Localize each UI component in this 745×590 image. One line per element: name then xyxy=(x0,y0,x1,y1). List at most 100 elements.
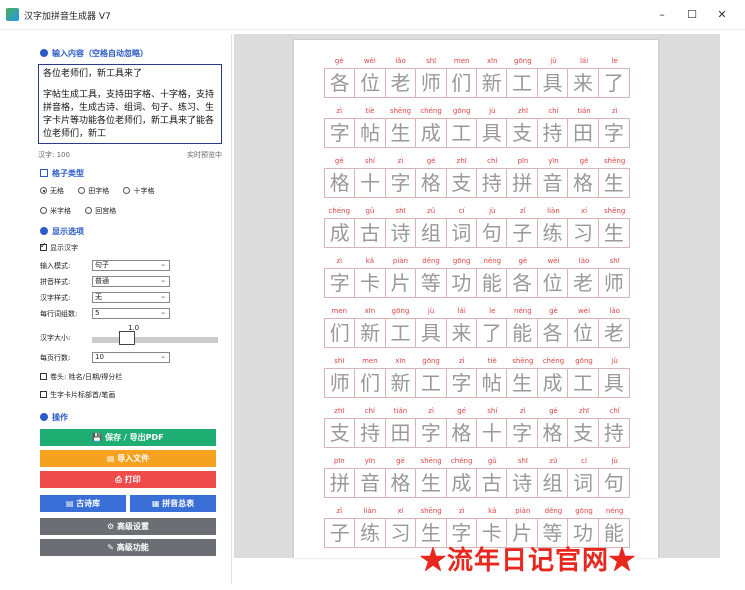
minimize-button[interactable]: – xyxy=(650,5,674,25)
chevron-down-icon: ⌄ xyxy=(160,276,166,284)
pinyin-cell: zì xyxy=(520,407,526,415)
display-section-header: 显示选项 xyxy=(40,226,84,237)
pinyin-cell: liàn xyxy=(363,507,377,515)
header-checkbox[interactable]: 卷头: 姓名/日期/得分栏 xyxy=(40,372,134,382)
character-cell: 师 xyxy=(325,369,356,397)
window-title: 汉字加拼音生成器 V7 xyxy=(24,12,111,22)
pinyin-cell: zì xyxy=(458,507,465,515)
worksheet-row: zì kǎ piàn děng gōng néng gè wèi lǎo shī 字卡片等功能各位老… xyxy=(324,254,630,298)
pinyin-cell: zì xyxy=(336,107,343,115)
character-cell: 各 xyxy=(538,319,569,347)
pinyin-cell: shī xyxy=(517,457,528,465)
character-cell: 句 xyxy=(477,219,508,247)
show-chars-checkbox[interactable]: 显示汉字 xyxy=(40,241,90,253)
character-cell: 词 xyxy=(447,219,478,247)
pinyin-cell: chí xyxy=(487,157,498,165)
character-cell: 句 xyxy=(603,471,624,495)
pinyin-cell: xí xyxy=(397,507,404,515)
pinyin-cell: shí xyxy=(487,407,498,415)
character-cell: 具 xyxy=(477,119,508,147)
worksheet-row: zì tiè shēng chéng gōng jù zhī chí tián zì 字帖生成工具支… xyxy=(324,104,630,148)
checkbox-icon xyxy=(40,391,47,398)
character-cell: 们 xyxy=(325,319,356,347)
pinyin-cell: jù xyxy=(489,107,496,115)
pinyin-cell: gè xyxy=(518,257,528,265)
pinyin-cell: men xyxy=(362,357,378,365)
character-row: 字卡片等功能各位老师 xyxy=(324,268,630,298)
radio-dot-icon xyxy=(40,207,47,214)
character-cell: 等 xyxy=(416,269,447,297)
character-cell: 工 xyxy=(447,119,478,147)
character-row: 成古诗组词句子练习生 xyxy=(324,218,630,248)
text-input[interactable]: 各位老师们，新工具来了 字帖生成工具，支持田字格、十字格，支持拼音格，生成古诗、… xyxy=(38,64,222,144)
pinyin-cell: zì xyxy=(336,257,343,265)
character-cell: 了 xyxy=(603,71,624,95)
character-cell: 工 xyxy=(507,69,538,97)
character-cell: 组 xyxy=(538,469,569,497)
advanced-settings-button[interactable]: ⚙ 高级设置 xyxy=(40,518,216,535)
character-cell: 持 xyxy=(538,119,569,147)
char-count-row: 汉字: 100 实时预览中 xyxy=(38,150,222,160)
character-cell: 来 xyxy=(447,319,478,347)
pinyin-cell: zhī xyxy=(579,407,590,415)
pinyin-style-select[interactable]: 普通 ⌄ xyxy=(92,276,170,287)
ops-section-header: 操作 xyxy=(40,412,68,423)
pinyin-cell: néng xyxy=(483,257,502,265)
pinyin-cell: gé xyxy=(396,457,405,465)
pinyin-cell: liàn xyxy=(547,207,560,215)
pinyin-cell: néng xyxy=(605,507,624,515)
pinyin-cell: děng xyxy=(422,257,440,265)
advanced-features-button[interactable]: ✎ 高级功能 xyxy=(40,539,216,556)
poems-button[interactable]: ▤ 古诗库 xyxy=(40,495,126,512)
pinyin-cell: pīn xyxy=(333,457,345,465)
words-per-row-select[interactable]: 5 ⌄ xyxy=(92,308,170,319)
pinyin-cell: le xyxy=(489,307,496,315)
pinyin-cell: gōng xyxy=(452,257,471,265)
pinyin-cell: cí xyxy=(581,457,587,465)
font-size-track[interactable] xyxy=(92,337,218,343)
worksheet-row: gé shí zì gé zhī chí pīn yīn gé shēng 格十字格支持拼音格生 xyxy=(324,154,630,198)
maximize-button[interactable]: ☐ xyxy=(680,5,704,25)
pinyin-cell: kǎ xyxy=(488,507,497,515)
character-cell: 新 xyxy=(386,369,417,397)
character-cell: 诗 xyxy=(386,219,417,247)
print-button[interactable]: ⎙ 打印 xyxy=(40,471,216,488)
import-file-button[interactable]: ▤ 导入文件 xyxy=(40,450,216,467)
pinyin-row: shī men xīn gōng zì tiè shēng chéng gōng jù xyxy=(324,354,630,368)
chevron-down-icon: ⌄ xyxy=(160,308,166,316)
pinyin-cell: shī xyxy=(395,207,406,215)
radio-mi[interactable]: 米字格 xyxy=(40,207,71,215)
pinyin-table-button[interactable]: ▦ 拼音总表 xyxy=(130,495,216,512)
radio-shi[interactable]: 十字格 xyxy=(123,187,154,195)
pinyin-cell: jù xyxy=(611,357,618,365)
pinyin-cell: xīn xyxy=(487,57,498,65)
character-row: 拼音格生成古诗组词句 xyxy=(324,468,630,498)
character-row: 各位老师们新工具来了 xyxy=(324,68,630,98)
character-cell: 师 xyxy=(416,69,447,97)
character-cell: 们 xyxy=(355,369,386,397)
font-size-label: 汉字大小: xyxy=(40,334,71,342)
save-export-pdf-button[interactable]: 💾 保存 / 导出PDF xyxy=(40,429,216,446)
input-mode-select[interactable]: 句子 ⌄ xyxy=(92,260,170,271)
character-cell: 老 xyxy=(386,69,417,97)
character-cell: 诗 xyxy=(507,469,538,497)
font-size-thumb[interactable] xyxy=(119,331,135,345)
radio-none[interactable]: 无格 xyxy=(40,187,64,195)
char-style-select[interactable]: 无 ⌄ xyxy=(92,292,170,303)
character-cell: 支 xyxy=(507,119,538,147)
card-checkbox[interactable]: 生字卡片标部首/笔画 xyxy=(40,390,127,400)
ops-icon xyxy=(40,413,48,421)
character-cell: 位 xyxy=(568,319,599,347)
radio-tian[interactable]: 田字格 xyxy=(78,187,109,195)
character-cell: 字 xyxy=(603,121,624,145)
close-button[interactable]: ✕ xyxy=(710,5,734,25)
table-icon: ▦ xyxy=(151,499,163,508)
pinyin-cell: gǔ xyxy=(365,207,375,215)
character-cell: 各 xyxy=(325,69,356,97)
chevron-down-icon: ⌄ xyxy=(160,260,166,268)
pinyin-cell: gōng xyxy=(452,107,471,115)
character-row: 格十字格支持拼音格生 xyxy=(324,168,630,198)
rows-per-page-select[interactable]: 10 ⌄ xyxy=(92,352,170,363)
radio-hui[interactable]: 回宫格 xyxy=(85,207,116,215)
character-cell: 字 xyxy=(447,369,478,397)
